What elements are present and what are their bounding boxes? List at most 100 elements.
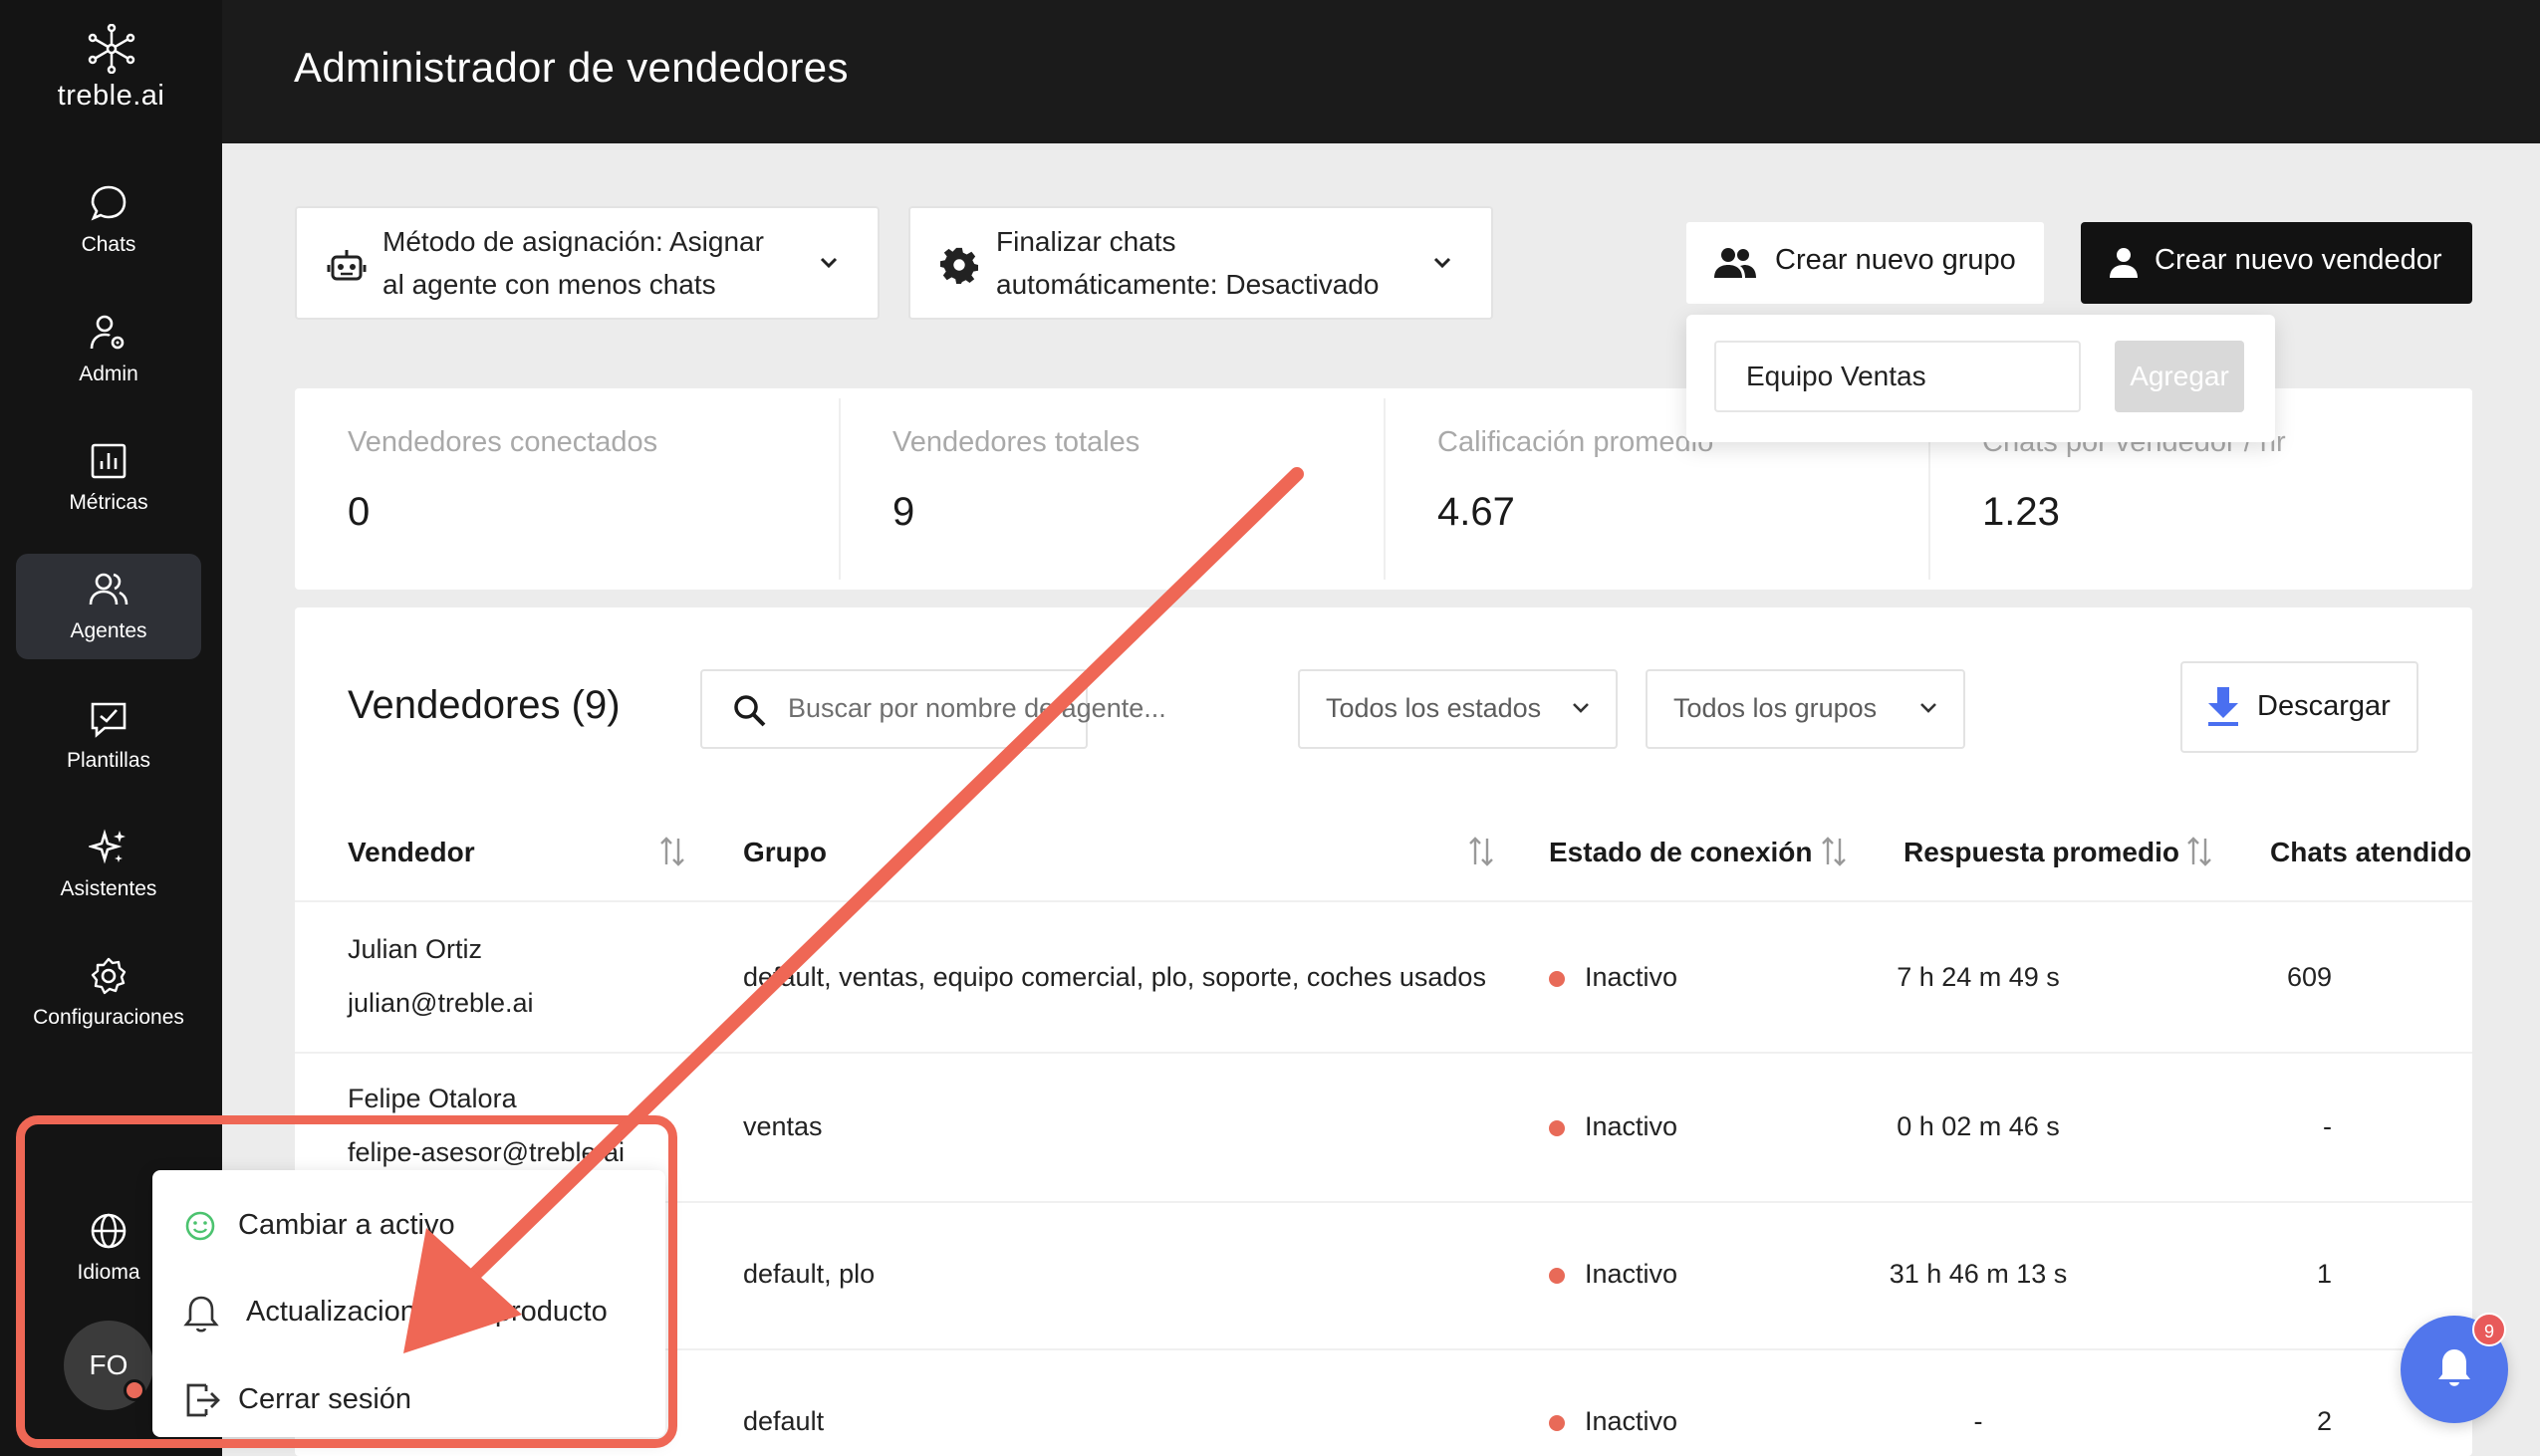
seller-groups: ventas xyxy=(743,1111,823,1141)
users-icon xyxy=(89,573,128,606)
logo-text: treble.ai xyxy=(57,80,165,112)
stat-value: 0 xyxy=(348,490,371,534)
group-name-input[interactable]: Equipo Ventas xyxy=(1714,341,2081,412)
create-group-button[interactable]: Crear nuevo grupo xyxy=(1686,222,2044,304)
assignment-method-line1: Método de asignación: Asignar xyxy=(382,226,764,257)
sparkles-icon xyxy=(89,829,126,864)
seller-chats: - xyxy=(2323,1111,2332,1141)
seller-avg-response: 31 h 46 m 13 s xyxy=(1889,1259,2068,1289)
chevron-down-icon xyxy=(1920,703,1936,713)
seller-groups: default, plo xyxy=(743,1259,876,1289)
stat-label: Vendedores totales xyxy=(892,426,1141,458)
divider xyxy=(1384,398,1386,580)
seller-chats: 2 xyxy=(2316,1406,2332,1436)
download-icon xyxy=(2208,687,2238,726)
seller-groups: default xyxy=(743,1406,825,1436)
column-header-chats[interactable]: Chats atendidos xyxy=(2270,837,2472,868)
sidebar-item-configuraciones[interactable]: Configuraciones xyxy=(16,940,201,1046)
sidebar-item-agentes[interactable]: Agentes xyxy=(16,554,201,659)
user-settings-icon xyxy=(90,315,125,350)
add-group-button[interactable]: Agregar xyxy=(2115,341,2244,412)
download-label: Descargar xyxy=(2257,690,2391,722)
divider xyxy=(839,398,841,580)
sidebar-item-asistentes[interactable]: Asistentes xyxy=(16,812,201,917)
divider xyxy=(295,900,2472,902)
top-header: Administrador de vendedores xyxy=(222,0,2540,143)
page-title: Administrador de vendedores xyxy=(294,44,849,91)
stat-value: 1.23 xyxy=(1982,490,2060,534)
sort-icon[interactable] xyxy=(1468,835,1494,868)
seller-status: Inactivo xyxy=(1585,962,1678,992)
stat-value: 4.67 xyxy=(1437,490,1515,534)
column-header-grupo[interactable]: Grupo xyxy=(743,837,827,868)
sidebar-item-label: Configuraciones xyxy=(33,1006,184,1029)
seller-name: Julian Ortiz xyxy=(348,934,483,964)
seller-avg-response: 0 h 02 m 46 s xyxy=(1897,1111,2060,1141)
sidebar-item-label: Admin xyxy=(79,363,138,385)
seller-email: julian@treble.ai xyxy=(348,988,534,1018)
sidebar-item-label: Plantillas xyxy=(66,749,151,772)
seller-avg-response: - xyxy=(1973,1406,1983,1436)
user-icon xyxy=(2110,248,2138,278)
sidebar-item-admin[interactable]: Admin xyxy=(16,297,201,402)
status-filter[interactable]: Todos los estados xyxy=(1298,669,1618,749)
sidebar-item-label: Agentes xyxy=(70,619,147,642)
gear-icon xyxy=(940,247,978,284)
chat-bubble-icon xyxy=(91,185,127,221)
create-group-label: Crear nuevo grupo xyxy=(1775,244,2016,276)
chevron-down-icon xyxy=(1573,703,1589,713)
seller-groups: default, ventas, equipo comercial, plo, … xyxy=(743,962,1486,992)
search-input[interactable]: Buscar por nombre de agente... xyxy=(700,669,1166,749)
users-icon xyxy=(1714,248,1756,278)
divider xyxy=(295,1052,2472,1054)
group-filter[interactable]: Todos los grupos xyxy=(1646,669,1965,749)
stat-value: 9 xyxy=(892,490,915,534)
bell-icon xyxy=(2438,1349,2470,1386)
auto-close-line2: automáticamente: Desactivado xyxy=(996,269,1380,300)
logo[interactable]: treble.ai xyxy=(0,24,222,113)
seller-name: Felipe Otalora xyxy=(348,1084,517,1113)
status-filter-value: Todos los estados xyxy=(1326,693,1542,723)
column-header-respuesta[interactable]: Respuesta promedio xyxy=(1904,837,2179,868)
notifications-badge: 9 xyxy=(2472,1313,2506,1346)
status-dot xyxy=(1549,1120,1565,1136)
seller-chats: 609 xyxy=(2286,962,2332,992)
chevron-down-icon xyxy=(1433,257,1451,269)
assignment-method-line2: al agente con menos chats xyxy=(382,269,716,300)
column-header-vendedor[interactable]: Vendedor xyxy=(348,837,475,868)
auto-close-line1: Finalizar chats xyxy=(996,226,1176,257)
search-icon xyxy=(734,695,766,727)
assignment-method-dropdown[interactable]: Método de asignación: Asignar al agente … xyxy=(295,206,880,320)
stat-label: Vendedores conectados xyxy=(348,426,658,458)
sidebar-item-label: Métricas xyxy=(69,491,148,514)
create-seller-button[interactable]: Crear nuevo vendedor xyxy=(2081,222,2472,304)
search-placeholder: Buscar por nombre de agente... xyxy=(788,693,1166,723)
sidebar-item-metricas[interactable]: Métricas xyxy=(16,425,201,531)
auto-close-dropdown[interactable]: Finalizar chats automáticamente: Desacti… xyxy=(908,206,1493,320)
template-check-icon xyxy=(91,702,127,738)
treble-logo-icon xyxy=(88,24,134,74)
status-dot xyxy=(1549,1415,1565,1431)
seller-status: Inactivo xyxy=(1585,1406,1678,1436)
section-title: Vendedores (9) xyxy=(348,683,621,727)
sidebar-item-label: Asistentes xyxy=(60,877,157,900)
sidebar-item-plantillas[interactable]: Plantillas xyxy=(16,683,201,789)
seller-status: Inactivo xyxy=(1585,1111,1678,1141)
seller-avg-response: 7 h 24 m 49 s xyxy=(1897,962,2060,992)
bar-chart-icon xyxy=(91,443,127,479)
sidebar-item-label: Chats xyxy=(81,233,136,256)
seller-chats: 1 xyxy=(2316,1259,2332,1289)
column-header-estado[interactable]: Estado de conexión xyxy=(1549,837,1813,868)
sort-icon[interactable] xyxy=(2186,835,2212,868)
create-group-popover: Equipo Ventas Agregar xyxy=(1686,315,2275,442)
status-dot xyxy=(1549,971,1565,987)
stat-label: Calificación promedio xyxy=(1437,426,1714,458)
sort-icon[interactable] xyxy=(659,835,685,868)
sort-icon[interactable] xyxy=(1821,835,1847,868)
status-dot xyxy=(1549,1268,1565,1284)
annotation-highlight-box xyxy=(16,1115,677,1448)
seller-status: Inactivo xyxy=(1585,1259,1678,1289)
download-button[interactable]: Descargar xyxy=(2180,661,2418,753)
sidebar-item-chats[interactable]: Chats xyxy=(16,167,201,273)
create-seller-label: Crear nuevo vendedor xyxy=(2155,244,2442,276)
